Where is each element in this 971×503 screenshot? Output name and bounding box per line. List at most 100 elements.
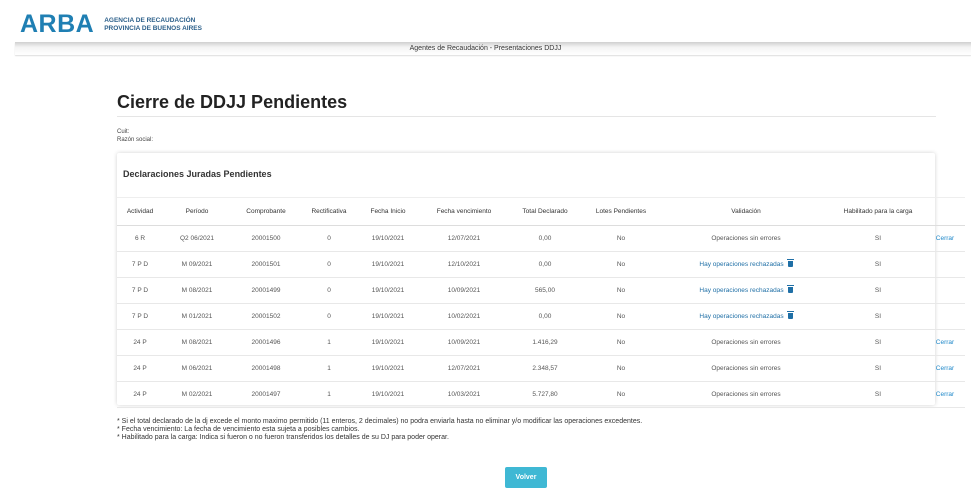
cell-comprobante: 20001496 xyxy=(231,329,301,356)
cell-inicio: 19/10/2021 xyxy=(357,225,419,252)
cell-inicio: 19/10/2021 xyxy=(357,277,419,304)
cell-rectificativa: 1 xyxy=(301,329,357,356)
taxpayer-info: Cuit: Razón social: xyxy=(117,128,153,144)
table-row: 7 P DM 01/2021 20001502 0 19/10/2021 10/02/2… xyxy=(117,303,965,330)
cerrar-link[interactable]: Cerrar xyxy=(936,391,954,398)
cell-periodo: M 08/2021 xyxy=(163,277,231,304)
cell-vencimiento: 10/02/2021 xyxy=(419,303,509,330)
cell-accion xyxy=(925,303,965,330)
footnote-2: * Fecha vencimiento: La fecha de vencimi… xyxy=(117,426,360,433)
col-fecha-inicio: Fecha Inicio xyxy=(357,197,419,226)
cell-habilitado: SI xyxy=(831,303,925,330)
rejected-operations-link[interactable]: Hay operaciones rechazadas xyxy=(699,313,783,320)
trash-icon[interactable] xyxy=(786,285,794,293)
cell-actividad: 7 P D xyxy=(117,251,163,278)
cell-total: 565,00 xyxy=(509,277,581,304)
cerrar-link[interactable]: Cerrar xyxy=(936,365,954,372)
cell-comprobante: 20001498 xyxy=(231,355,301,382)
arba-logo: ARBA AGENCIA DE RECAUDACIÓN PROVINCIA DE… xyxy=(20,10,202,39)
title-divider xyxy=(117,116,936,117)
rejected-operations-link[interactable]: Hay operaciones rechazadas xyxy=(699,287,783,294)
col-actividad: Actividad xyxy=(117,197,163,226)
cell-rectificativa: 0 xyxy=(301,277,357,304)
footnote-1: * Si el total declarado de la dj excede … xyxy=(117,418,643,425)
cell-lotes: No xyxy=(581,225,661,252)
cell-vencimiento: 10/09/2021 xyxy=(419,329,509,356)
col-rectificativa: Rectificativa xyxy=(301,197,357,226)
cell-validacion: Operaciones sin errores xyxy=(661,329,831,356)
cell-total: 2.348,57 xyxy=(509,355,581,382)
col-fecha-vencimiento: Fecha vencimiento xyxy=(419,197,509,226)
cell-lotes: No xyxy=(581,277,661,304)
cell-lotes: No xyxy=(581,381,661,408)
cell-comprobante: 20001502 xyxy=(231,303,301,330)
cell-lotes: No xyxy=(581,355,661,382)
cell-periodo: Q2 06/2021 xyxy=(163,225,231,252)
trash-icon[interactable] xyxy=(786,259,794,267)
cell-validacion: Hay operaciones rechazadas xyxy=(661,251,831,278)
cell-inicio: 19/10/2021 xyxy=(357,303,419,330)
cuit-label: Cuit: xyxy=(117,129,130,135)
cell-rectificativa: 0 xyxy=(301,251,357,278)
cell-comprobante: 20001501 xyxy=(231,251,301,278)
cell-comprobante: 20001499 xyxy=(231,277,301,304)
cell-habilitado: SI xyxy=(831,329,925,356)
table-header-row: Actividad Período Comprobante Rectificat… xyxy=(117,197,965,226)
cell-total: 0,00 xyxy=(509,225,581,252)
cell-habilitado: SI xyxy=(831,355,925,382)
cell-inicio: 19/10/2021 xyxy=(357,355,419,382)
cell-validacion: Operaciones sin errores xyxy=(661,355,831,382)
table-row: 7 P DM 09/2021 20001501 0 19/10/2021 12/10/2… xyxy=(117,251,965,278)
cell-total: 0,00 xyxy=(509,251,581,278)
col-lotes-pendientes: Lotes Pendientes xyxy=(581,197,661,226)
cerrar-link[interactable]: Cerrar xyxy=(936,339,954,346)
cell-comprobante: 20001500 xyxy=(231,225,301,252)
cell-periodo: M 06/2021 xyxy=(163,355,231,382)
cell-validacion: Hay operaciones rechazadas xyxy=(661,303,831,330)
col-habilitado: Habilitado para la carga xyxy=(831,197,925,226)
cell-validacion: Hay operaciones rechazadas xyxy=(661,277,831,304)
cell-actividad: 24 P xyxy=(117,381,163,408)
table-row: 24 PM 02/2021 20001497 1 19/10/2021 10/03/20… xyxy=(117,381,965,408)
cell-habilitado: SI xyxy=(831,251,925,278)
cell-accion: Cerrar xyxy=(925,355,965,382)
trash-icon[interactable] xyxy=(786,311,794,319)
cell-rectificativa: 0 xyxy=(301,303,357,330)
cell-total: 0,00 xyxy=(509,303,581,330)
cell-habilitado: SI xyxy=(831,225,925,252)
razon-social-label: Razón social: xyxy=(117,137,154,143)
cell-accion: Cerrar xyxy=(925,225,965,252)
footnotes: * Si el total declarado de la dj excede … xyxy=(117,418,642,442)
pending-ddjj-table: Actividad Período Comprobante Rectificat… xyxy=(117,197,965,408)
logo-line-1: AGENCIA DE RECAUDACIÓN xyxy=(104,16,196,24)
cell-vencimiento: 12/10/2021 xyxy=(419,251,509,278)
card-title: Declaraciones Juradas Pendientes xyxy=(123,169,272,179)
logo-line-2: PROVINCIA DE BUENOS AIRES xyxy=(104,24,202,32)
cell-lotes: No xyxy=(581,303,661,330)
cell-periodo: M 02/2021 xyxy=(163,381,231,408)
cerrar-link[interactable]: Cerrar xyxy=(936,235,954,242)
cell-actividad: 24 P xyxy=(117,355,163,382)
cell-rectificativa: 1 xyxy=(301,355,357,382)
cell-accion xyxy=(925,251,965,278)
cell-habilitado: SI xyxy=(831,277,925,304)
cell-vencimiento: 12/07/2021 xyxy=(419,355,509,382)
cell-actividad: 7 P D xyxy=(117,303,163,330)
col-accion xyxy=(925,197,965,226)
cell-periodo: M 09/2021 xyxy=(163,251,231,278)
cell-actividad: 24 P xyxy=(117,329,163,356)
rejected-operations-link[interactable]: Hay operaciones rechazadas xyxy=(699,261,783,268)
cell-vencimiento: 12/07/2021 xyxy=(419,225,509,252)
app-title: Agentes de Recaudación - Presentaciones … xyxy=(409,45,562,52)
cell-periodo: M 01/2021 xyxy=(163,303,231,330)
logo-text: AGENCIA DE RECAUDACIÓN PROVINCIA DE BUEN… xyxy=(104,17,202,33)
col-total-declarado: Total Declarado xyxy=(509,197,581,226)
col-validacion: Validación xyxy=(661,197,831,226)
cell-validacion: Operaciones sin errores xyxy=(661,381,831,408)
cell-comprobante: 20001497 xyxy=(231,381,301,408)
page-title: Cierre de DDJJ Pendientes xyxy=(117,92,348,112)
cell-habilitado: SI xyxy=(831,381,925,408)
logo-mark: ARBA xyxy=(20,10,95,38)
volver-button[interactable]: Volver xyxy=(505,467,547,488)
table-row: 24 PM 08/2021 20001496 1 19/10/2021 10/09/20… xyxy=(117,329,965,356)
